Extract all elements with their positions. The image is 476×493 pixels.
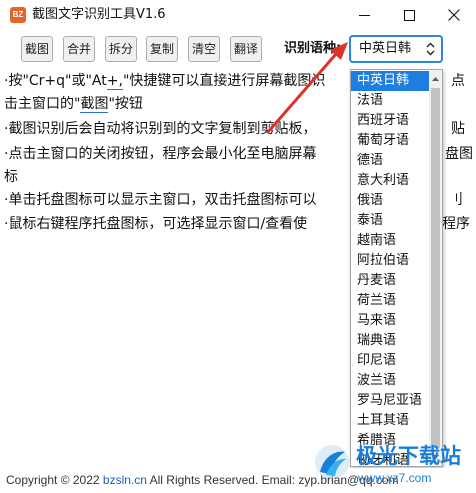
language-dropdown-list[interactable]: 中英日韩 法语 西班牙语 葡萄牙语 德语 意大利语 俄语 泰语 越南语 阿拉伯语… [350, 69, 443, 467]
dropdown-option[interactable]: 瑞典语 [351, 331, 429, 351]
dropdown-option[interactable]: 荷兰语 [351, 291, 429, 311]
updown-chevron-icon [426, 42, 435, 56]
maximize-icon [403, 9, 415, 21]
text-line-7: ·鼠标右键程序托盘图标，可选择显示窗口/查看使 [4, 216, 308, 232]
dropdown-option[interactable]: 葡萄牙语 [351, 131, 429, 151]
site-link[interactable]: bzsln.cn [103, 473, 147, 487]
text-line-4-tail: 盘图 [445, 146, 473, 162]
dropdown-option[interactable]: 波兰语 [351, 371, 429, 391]
text-line-7-tail: 程序 [442, 216, 470, 232]
dropdown-option[interactable]: 土耳其语 [351, 411, 429, 431]
scrollbar-thumb[interactable] [431, 88, 440, 448]
merge-button[interactable]: 合并 [63, 36, 95, 62]
copy-button[interactable]: 复制 [146, 36, 178, 62]
dropdown-option[interactable]: 印尼语 [351, 351, 429, 371]
maximize-button[interactable] [387, 0, 431, 30]
clear-button[interactable]: 清空 [188, 36, 220, 62]
split-button[interactable]: 拆分 [105, 36, 137, 62]
language-select[interactable]: 中英日韩 [349, 35, 443, 63]
dropdown-option[interactable]: 俄语 [351, 191, 429, 211]
dropdown-scrollbar[interactable] [429, 70, 442, 466]
dropdown-option[interactable]: 中英日韩 [351, 71, 429, 91]
dropdown-option[interactable]: 马来语 [351, 311, 429, 331]
text-line-3: ·截图识别后会自动将识别到的文字复制到剪贴板， [4, 121, 317, 137]
translate-button[interactable]: 翻译 [230, 36, 262, 62]
toolbar: 截图 合并 拆分 复制 清空 翻译 识别语种: 中英日韩 [0, 30, 476, 68]
screenshot-link: 截图 [80, 96, 109, 113]
dropdown-option[interactable]: 德语 [351, 151, 429, 171]
watermark-url: www.xz7.com [358, 471, 432, 485]
dropdown-option[interactable]: 法语 [351, 91, 429, 111]
language-label: 识别语种: [284, 41, 342, 56]
dropdown-option[interactable]: 丹麦语 [351, 271, 429, 291]
watermark-name: 极光下载站 [356, 444, 461, 468]
title-bar: BZ 截图文字识别工具V1.6 [0, 0, 476, 30]
text-line-2: 击主窗口的"截图"按钮 [4, 96, 143, 113]
language-select-value: 中英日韩 [359, 41, 412, 56]
scroll-up-icon[interactable] [431, 73, 440, 85]
text-line-3-tail: 贴 [451, 121, 465, 137]
dropdown-option[interactable]: 阿拉伯语 [351, 251, 429, 271]
app-icon: BZ [10, 7, 26, 23]
text-line-1: ·按"Cr+q"或"At+,"快捷键可以直接进行屏幕截图识 [4, 73, 326, 90]
shortcut-link: +, [106, 73, 123, 90]
dropdown-option[interactable]: 意大利语 [351, 171, 429, 191]
dropdown-option[interactable]: 泰语 [351, 211, 429, 231]
window-title: 截图文字识别工具V1.6 [32, 7, 166, 22]
dropdown-option[interactable]: 越南语 [351, 231, 429, 251]
text-line-4: ·点击主窗口的关闭按钮，程序会最小化至电脑屏幕 [4, 146, 317, 162]
watermark: 极光下载站 www.xz7.com [312, 440, 476, 490]
minimize-button[interactable] [342, 0, 386, 30]
text-line-6-tail: 刂 [449, 192, 463, 208]
aurora-logo-icon [315, 445, 349, 479]
dropdown-option[interactable]: 西班牙语 [351, 111, 429, 131]
text-line-6: ·单击托盘图标可以显示主窗口，双击托盘图标可以 [4, 192, 317, 208]
close-icon [448, 9, 460, 21]
close-button[interactable] [432, 0, 476, 30]
dropdown-option[interactable]: 罗马尼亚语 [351, 391, 429, 411]
minimize-icon [358, 14, 370, 16]
screenshot-button[interactable]: 截图 [21, 36, 53, 62]
text-line-1-tail: 点 [451, 73, 465, 89]
text-line-5: 标 [4, 169, 18, 185]
